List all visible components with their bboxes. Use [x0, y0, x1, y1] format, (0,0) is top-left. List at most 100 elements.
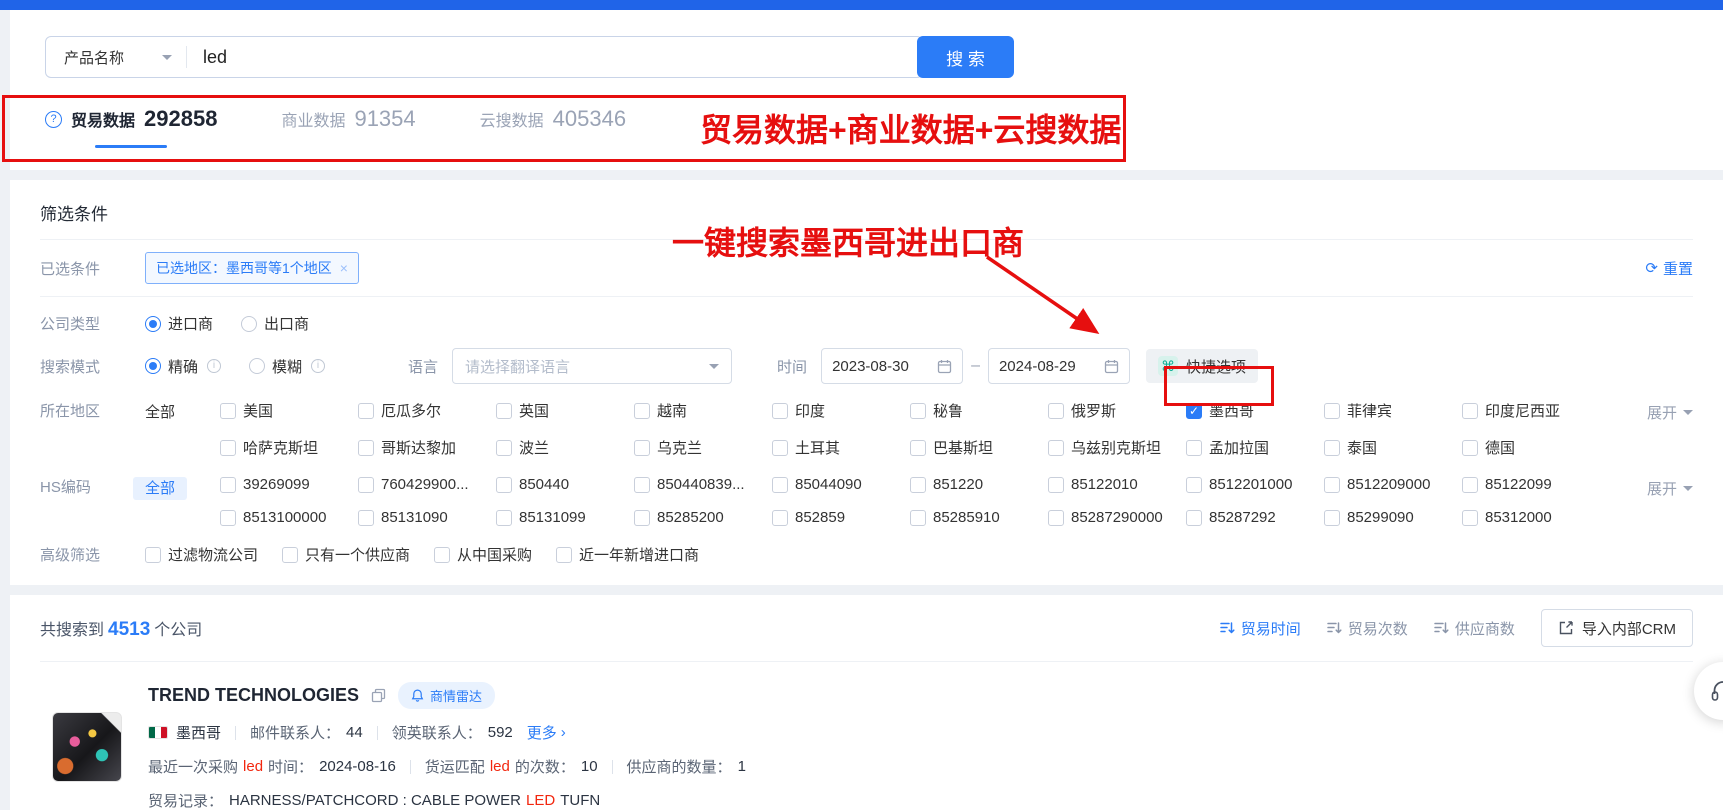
checkbox-icon[interactable] — [1462, 510, 1478, 526]
checkbox-icon[interactable] — [556, 547, 572, 563]
checkbox-icon[interactable] — [1048, 510, 1064, 526]
region-checkbox-item[interactable]: 乌克兰 — [634, 437, 772, 458]
checkbox-icon[interactable] — [496, 477, 512, 493]
checkbox-icon[interactable] — [1048, 403, 1064, 419]
hs-checkbox-item[interactable]: 85122099 — [1462, 476, 1600, 493]
checkbox-icon[interactable] — [1324, 510, 1340, 526]
hs-checkbox-item[interactable]: 8512209000 — [1324, 476, 1462, 493]
region-checkbox-item[interactable]: 越南 — [634, 400, 772, 421]
company-card[interactable]: TREND TECHNOLOGIES 商情雷达 墨西 — [40, 662, 1693, 810]
hs-all-option[interactable]: 全部 — [133, 477, 187, 500]
hs-checkbox-item[interactable]: 85131090 — [358, 509, 496, 526]
language-select[interactable]: 请选择翻译语言 — [452, 348, 732, 384]
checkbox-icon[interactable] — [220, 510, 236, 526]
advanced-checkbox-item[interactable]: 近一年新增进口商 — [556, 544, 699, 565]
radio-icon[interactable] — [145, 358, 161, 374]
checkbox-icon[interactable] — [1048, 440, 1064, 456]
checkbox-icon[interactable] — [496, 510, 512, 526]
checkbox-icon[interactable] — [634, 440, 650, 456]
hs-checkbox-item[interactable]: 85122010 — [1048, 476, 1186, 493]
data-tab[interactable]: ? 贸易数据 292858 — [45, 106, 217, 148]
checkbox-icon[interactable] — [282, 547, 298, 563]
region-checkbox-item[interactable]: 厄瓜多尔 — [358, 400, 496, 421]
checkbox-icon[interactable] — [910, 477, 926, 493]
region-checkbox-item[interactable]: 印度 — [772, 400, 910, 421]
hs-checkbox-item[interactable]: 760429900... — [358, 476, 496, 493]
checkbox-icon[interactable] — [634, 477, 650, 493]
company-name[interactable]: TREND TECHNOLOGIES — [148, 685, 359, 706]
search-mode-radio[interactable]: 模糊 i — [249, 356, 325, 377]
business-radar-badge[interactable]: 商情雷达 — [398, 682, 495, 709]
advanced-checkbox-item[interactable]: 从中国采购 — [434, 544, 532, 565]
radio-icon[interactable] — [145, 316, 161, 332]
close-icon[interactable]: × — [340, 260, 348, 276]
search-input[interactable] — [187, 47, 922, 68]
region-checkbox-item[interactable]: 土耳其 — [772, 437, 910, 458]
data-tab[interactable]: ? 商业数据 91354 — [281, 106, 415, 148]
sort-button[interactable]: 贸易时间 — [1220, 618, 1301, 639]
region-checkbox-item[interactable]: 孟加拉国 — [1186, 437, 1324, 458]
quick-options-button[interactable]: ⌘ 快捷选项 — [1146, 349, 1258, 383]
checkbox-icon[interactable] — [772, 477, 788, 493]
checkbox-icon[interactable] — [1186, 510, 1202, 526]
more-link[interactable]: 更多 › — [527, 722, 566, 743]
region-checkbox-item[interactable]: 印度尼西亚 — [1462, 400, 1600, 421]
hs-checkbox-item[interactable]: 85285910 — [910, 509, 1048, 526]
hs-checkbox-item[interactable]: 85044090 — [772, 476, 910, 493]
hs-checkbox-item[interactable]: 8512201000 — [1186, 476, 1324, 493]
checkbox-icon[interactable] — [1324, 403, 1340, 419]
checkbox-icon[interactable] — [220, 403, 236, 419]
checkbox-icon[interactable] — [358, 403, 374, 419]
checkbox-icon[interactable] — [1462, 477, 1478, 493]
hs-checkbox-item[interactable]: 851220 — [910, 476, 1048, 493]
search-button[interactable]: 搜 索 — [917, 36, 1014, 78]
region-checkbox-item[interactable]: 美国 — [220, 400, 358, 421]
checkbox-icon[interactable] — [1462, 403, 1478, 419]
hs-checkbox-item[interactable]: 85287292 — [1186, 509, 1324, 526]
checkbox-icon[interactable] — [1186, 403, 1202, 419]
checkbox-icon[interactable] — [145, 547, 161, 563]
checkbox-icon[interactable] — [772, 510, 788, 526]
checkbox-icon[interactable] — [910, 440, 926, 456]
search-category-select[interactable]: 产品名称 — [46, 47, 186, 68]
region-checkbox-item[interactable]: 秘鲁 — [910, 400, 1048, 421]
region-checkbox-item[interactable]: 乌兹别克斯坦 — [1048, 437, 1186, 458]
checkbox-icon[interactable] — [496, 440, 512, 456]
checkbox-icon[interactable] — [496, 403, 512, 419]
advanced-checkbox-item[interactable]: 过滤物流公司 — [145, 544, 258, 565]
hs-checkbox-item[interactable]: 8513100000 — [220, 509, 358, 526]
checkbox-icon[interactable] — [358, 440, 374, 456]
date-to-input[interactable]: 2024-08-29 — [988, 348, 1130, 384]
checkbox-icon[interactable] — [772, 440, 788, 456]
data-tab[interactable]: ? 云搜数据 405346 — [480, 106, 626, 148]
region-checkbox-item[interactable]: 巴基斯坦 — [910, 437, 1048, 458]
checkbox-icon[interactable] — [1324, 477, 1340, 493]
region-checkbox-item[interactable]: 墨西哥 — [1186, 400, 1324, 421]
hs-checkbox-item[interactable]: 85131099 — [496, 509, 634, 526]
checkbox-icon[interactable] — [1186, 477, 1202, 493]
hs-checkbox-item[interactable]: 850440839... — [634, 476, 772, 493]
checkbox-icon[interactable] — [358, 510, 374, 526]
checkbox-icon[interactable] — [634, 510, 650, 526]
region-expand-button[interactable]: 展开 — [1647, 402, 1693, 423]
import-crm-button[interactable]: 导入内部CRM — [1541, 609, 1693, 647]
advanced-checkbox-item[interactable]: 只有一个供应商 — [282, 544, 410, 565]
region-checkbox-item[interactable]: 波兰 — [496, 437, 634, 458]
hs-checkbox-item[interactable]: 85285200 — [634, 509, 772, 526]
checkbox-icon[interactable] — [220, 477, 236, 493]
sort-button[interactable]: 供应商数 — [1434, 618, 1515, 639]
region-checkbox-item[interactable]: 泰国 — [1324, 437, 1462, 458]
search-mode-radio[interactable]: 精确 i — [145, 356, 221, 377]
region-checkbox-item[interactable]: 菲律宾 — [1324, 400, 1462, 421]
selected-region-tag[interactable]: 已选地区：墨西哥等1个地区 × — [145, 252, 359, 284]
checkbox-icon[interactable] — [772, 403, 788, 419]
hs-checkbox-item[interactable]: 85287290000 — [1048, 509, 1186, 526]
copy-icon[interactable] — [371, 688, 386, 703]
checkbox-icon[interactable] — [1048, 477, 1064, 493]
date-from-input[interactable]: 2023-08-30 — [821, 348, 963, 384]
checkbox-icon[interactable] — [1462, 440, 1478, 456]
hs-checkbox-item[interactable]: 850440 — [496, 476, 634, 493]
checkbox-icon[interactable] — [1324, 440, 1340, 456]
company-type-radio[interactable]: 进口商 — [145, 313, 213, 334]
region-checkbox-item[interactable]: 哥斯达黎加 — [358, 437, 496, 458]
